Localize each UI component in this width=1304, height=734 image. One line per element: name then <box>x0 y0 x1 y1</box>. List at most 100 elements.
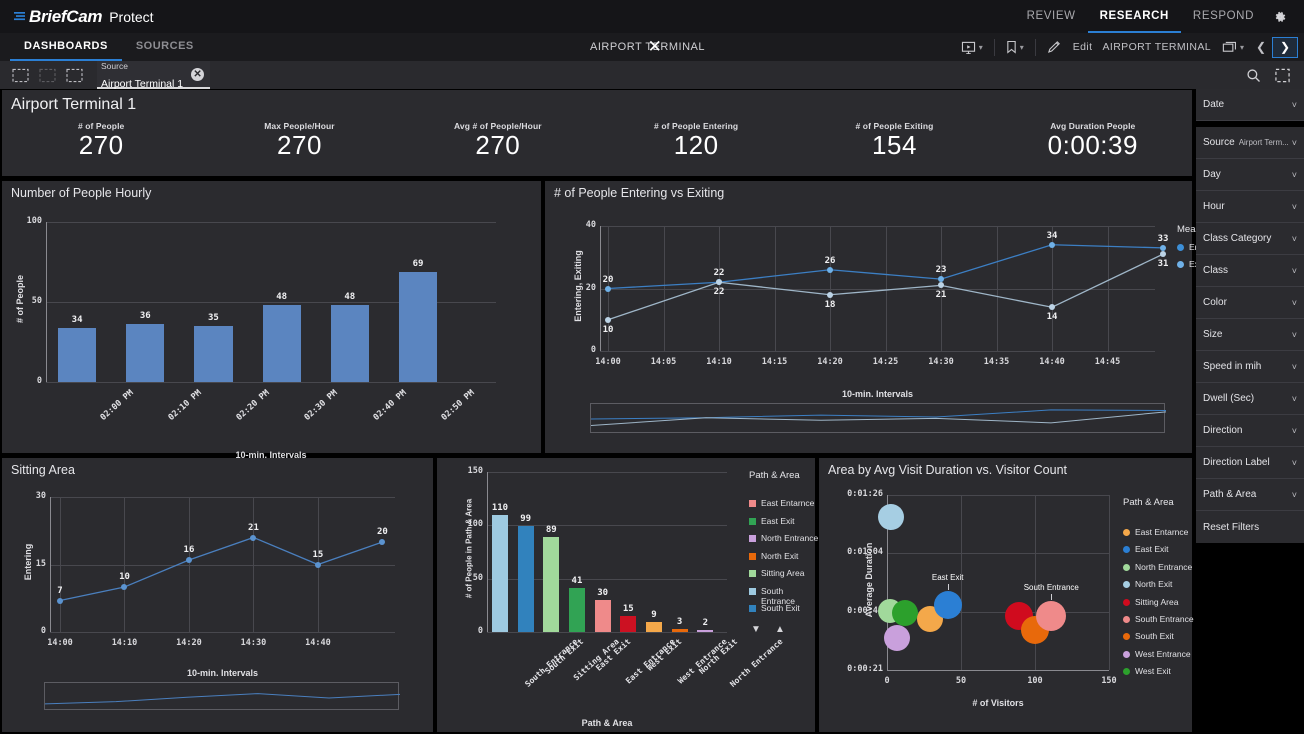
bar[interactable] <box>262 305 301 382</box>
bubble-west-entrance[interactable] <box>884 624 911 651</box>
chevron-down-icon[interactable]: ˅ <box>1292 330 1297 340</box>
chart-path-and-area[interactable]: 0 50 100 150 # of People in Path & Area 110 So… <box>437 458 819 732</box>
sidebar-item-speed-in-mih[interactable]: Speed in mih ˅ <box>1196 351 1304 383</box>
clear-selections-icon[interactable] <box>66 68 83 83</box>
range-slider[interactable] <box>44 682 400 710</box>
bookmark-icon[interactable]: ▾ <box>1000 36 1030 58</box>
sidebar-item-direction-label[interactable]: Direction Label ˅ <box>1196 447 1304 479</box>
legend-item[interactable]: North Entrance <box>1123 562 1199 572</box>
chevron-down-icon[interactable]: ˅ <box>1292 100 1297 110</box>
close-icon[interactable]: ✕ <box>646 38 664 56</box>
chart-plot-area[interactable]: 0 20 40 14:00 14:05 14:10 14:15 14:20 14:25 14:30… <box>545 200 1221 450</box>
data-point[interactable] <box>1160 244 1166 251</box>
redo-icon[interactable] <box>39 68 56 83</box>
bubble-south-entrance[interactable] <box>1036 601 1067 632</box>
chart-plot-area[interactable]: 0:00:21 0:00:43 0:01:04 0:01:26 Average Dura… <box>819 477 1193 729</box>
topnav-item-review[interactable]: REVIEW <box>1015 0 1088 33</box>
reset-filters-button[interactable]: Reset Filters <box>1196 511 1304 543</box>
legend-item[interactable]: North Exit <box>749 551 819 561</box>
legend-item[interactable]: Sitting Area <box>1123 597 1199 607</box>
legend-item[interactable]: East Exit <box>749 516 819 526</box>
bar[interactable] <box>126 324 165 382</box>
data-point[interactable] <box>314 561 321 568</box>
chevron-down-icon[interactable]: ˅ <box>1292 202 1297 212</box>
snapshot-icon[interactable] <box>1275 68 1290 83</box>
pencil-icon[interactable] <box>1041 36 1068 58</box>
legend-item[interactable]: North Entrance <box>749 533 819 543</box>
sidebar-item-date[interactable]: Date ˅ <box>1196 89 1304 121</box>
data-point[interactable] <box>605 316 611 323</box>
bubble-north-exit[interactable] <box>878 503 905 530</box>
sort-ascending-icon[interactable]: ▲ <box>775 624 785 635</box>
bar[interactable] <box>492 514 508 632</box>
bar[interactable] <box>543 537 560 632</box>
legend-item[interactable]: East Entarnce <box>1123 527 1199 537</box>
data-point[interactable] <box>185 557 192 563</box>
sort-descending-icon[interactable]: ▼ <box>751 624 761 635</box>
data-point[interactable] <box>57 597 63 604</box>
data-point[interactable] <box>379 539 386 545</box>
remove-chip-icon[interactable]: ✕ <box>191 67 205 81</box>
chevron-down-icon[interactable]: ˅ <box>1292 362 1297 372</box>
chevron-down-icon[interactable]: ˅ <box>1292 394 1297 404</box>
bar[interactable] <box>594 600 611 632</box>
data-point[interactable] <box>1049 241 1055 248</box>
chevron-down-icon[interactable]: ˅ <box>1292 298 1297 308</box>
legend-item[interactable]: Sitting Area <box>749 568 819 578</box>
sidebar-item-size[interactable]: Size ˅ <box>1196 319 1304 351</box>
sidebar-item-day[interactable]: Day ˅ <box>1196 159 1304 191</box>
bubble-west-exit[interactable] <box>891 600 918 627</box>
sidebar-item-path-area[interactable]: Path & Area ˅ <box>1196 479 1304 511</box>
bar[interactable] <box>398 271 438 382</box>
bubble-east-exit[interactable] <box>933 591 962 620</box>
sidebar-item-direction[interactable]: Direction ˅ <box>1196 415 1304 447</box>
sidebar-item-class-category[interactable]: Class Category ˅ <box>1196 223 1304 255</box>
legend-item[interactable]: North Exit <box>1123 579 1199 589</box>
chevron-down-icon[interactable]: ˅ <box>1292 426 1297 436</box>
bar[interactable] <box>569 588 585 632</box>
bar[interactable] <box>620 616 637 632</box>
chevron-right-icon[interactable]: ❯ <box>1272 36 1298 58</box>
chart-plot-area[interactable]: 0 50 100 150 # of People in Path & Area 110 So… <box>437 458 819 730</box>
legend-item[interactable]: South Exit <box>1123 631 1199 641</box>
chart-area-by-avg-visit-duration[interactable]: Area by Avg Visit Duration vs. Visitor C… <box>819 458 1194 732</box>
sidebar-item-dwell-sec[interactable]: Dwell (Sec) ˅ <box>1196 383 1304 415</box>
chevron-down-icon[interactable]: ˅ <box>1292 170 1297 180</box>
chevron-down-icon[interactable]: ˅ <box>1292 458 1297 468</box>
gear-icon[interactable] <box>1266 0 1294 33</box>
bar[interactable] <box>697 629 714 632</box>
chart-plot-area[interactable]: 0 50 100 # of People 34 02:00 PM 36 02:10 PM 35 0… <box>2 200 541 460</box>
legend-item[interactable]: West Exit <box>1123 666 1199 676</box>
chevron-down-icon[interactable]: ▾ <box>1240 43 1244 52</box>
chart-plot-area[interactable]: 0 15 30 14:00 14:10 14:20 14:30 14:40 Entering 7 1… <box>2 477 433 729</box>
chart-sitting-area[interactable]: Sitting Area 0 15 30 14:00 14:10 14:20 14:30 14… <box>2 458 433 732</box>
legend-item[interactable]: South Entrance <box>1123 614 1199 624</box>
chart-entering-vs-exiting[interactable]: # of People Entering vs Exiting 0 20 40 14:… <box>545 181 1221 453</box>
legend-item[interactable]: South Exit <box>749 603 819 613</box>
chevron-left-icon[interactable]: ❮ <box>1250 37 1272 57</box>
legend-item[interactable]: East Exit <box>1123 544 1199 554</box>
chart-number-of-people-hourly[interactable]: Number of People Hourly 0 50 100 # of Peopl… <box>2 181 541 460</box>
selection-chip-source[interactable]: Source Airport Terminal 1 ✕ <box>97 61 211 90</box>
sidebar-item-source[interactable]: Source Airport Term... ˅ <box>1196 127 1304 159</box>
bar[interactable] <box>646 622 662 632</box>
chevron-down-icon[interactable]: ˅ <box>1292 490 1297 500</box>
bar[interactable] <box>58 327 97 382</box>
chevron-down-icon[interactable]: ˅ <box>1292 266 1297 276</box>
bar[interactable] <box>517 526 534 632</box>
layers-icon[interactable]: ▾ <box>1216 36 1250 58</box>
chevron-down-icon[interactable]: ▾ <box>1020 43 1024 52</box>
presentation-icon[interactable]: ▾ <box>955 36 989 58</box>
data-point[interactable] <box>827 266 833 273</box>
sidebar-item-class[interactable]: Class ˅ <box>1196 255 1304 287</box>
chevron-down-icon[interactable]: ▾ <box>979 43 983 52</box>
data-point[interactable] <box>827 291 833 298</box>
search-icon[interactable] <box>1246 68 1261 83</box>
chevron-down-icon[interactable]: ˅ <box>1292 234 1297 244</box>
data-point[interactable] <box>605 285 611 292</box>
legend-item[interactable]: East Entarnce <box>749 498 819 508</box>
bar[interactable] <box>194 326 233 382</box>
topnav-item-research[interactable]: RESEARCH <box>1087 0 1181 33</box>
range-slider[interactable] <box>590 403 1166 433</box>
bar[interactable] <box>671 628 688 632</box>
